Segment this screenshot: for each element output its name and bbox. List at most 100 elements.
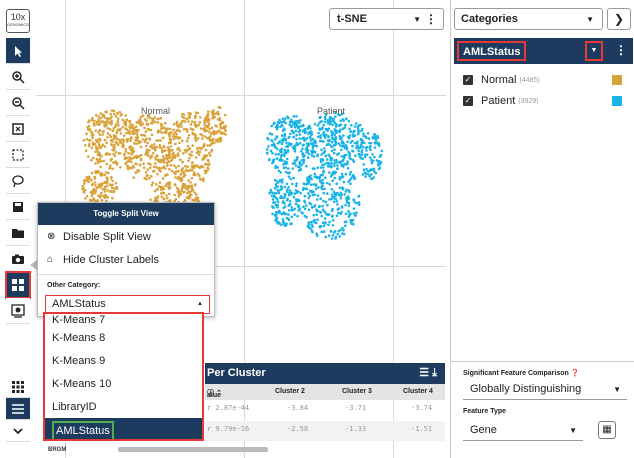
cell-point — [103, 116, 107, 119]
column-header[interactable]: Cluster 3 — [342, 388, 372, 395]
cell-point — [184, 127, 187, 131]
projection-select[interactable]: t-SNE ▼ ⋮ — [329, 8, 444, 30]
split-view-icon[interactable] — [5, 271, 31, 299]
cell-point — [303, 214, 307, 218]
hide-cluster-labels-button[interactable]: ⌂ Hide Cluster Labels — [38, 248, 214, 271]
lasso-icon[interactable] — [6, 168, 30, 194]
zoom-out-icon[interactable] — [6, 90, 30, 116]
cluster-label-patient: Patient — [317, 106, 346, 116]
color-swatch[interactable] — [612, 96, 622, 106]
column-header[interactable]: alue ⓘ ⌃ — [207, 388, 222, 399]
cell-point — [367, 173, 370, 176]
table-row[interactable]: r 9.79e-16 -2.58 -1.33 -1.51 — [205, 421, 445, 441]
cell-point — [119, 132, 123, 135]
next-button[interactable]: ❯ — [607, 8, 631, 30]
cell-point — [311, 137, 314, 141]
rect-select-icon[interactable] — [6, 142, 30, 168]
cell-point — [223, 113, 227, 117]
cell-point — [180, 176, 183, 180]
cell-point — [271, 212, 274, 216]
cell-point — [280, 134, 284, 137]
folder-icon[interactable] — [6, 220, 30, 246]
cell-point — [101, 188, 105, 191]
grid-icon[interactable] — [6, 376, 30, 398]
cell-point — [297, 130, 301, 134]
cell-point — [293, 159, 297, 162]
cell-point — [151, 169, 155, 173]
cell-point — [167, 141, 171, 145]
column-header[interactable]: Cluster 2 — [275, 388, 305, 395]
cell-point — [280, 147, 284, 151]
cell-point — [295, 191, 298, 195]
fit-to-screen-icon[interactable] — [6, 116, 30, 142]
cell-point — [201, 158, 204, 161]
cell-point — [316, 166, 320, 169]
cell-point — [132, 142, 136, 145]
list-icon[interactable] — [6, 398, 30, 420]
cell-point — [292, 122, 295, 126]
cell-point — [103, 190, 107, 193]
column-header[interactable]: Cluster 4 — [403, 388, 433, 395]
cell-point — [160, 131, 164, 134]
option-kmeans-8[interactable]: K-Means 8 — [45, 326, 202, 349]
cell-point — [123, 157, 127, 161]
feature-type-select[interactable]: Gene ▼ — [463, 419, 583, 441]
cell-point — [85, 176, 88, 179]
cell-point — [160, 125, 163, 128]
cell-point — [204, 162, 207, 166]
option-kmeans-7[interactable]: K-Means 7 — [45, 314, 202, 326]
cell-point — [178, 141, 181, 145]
sig-feature-select[interactable]: Globally Distinguishing ▼ — [463, 378, 627, 400]
kebab-menu-icon[interactable]: ⋮ — [615, 43, 627, 57]
mode-select[interactable]: Categories ▼ — [454, 8, 603, 30]
table-row[interactable]: r 2.87e-44 -3.84 -3.71 -3.74 — [205, 400, 445, 420]
zoom-in-icon[interactable] — [6, 64, 30, 90]
cell-point — [336, 203, 339, 206]
chevron-down-icon[interactable] — [6, 420, 30, 442]
cell-point — [168, 168, 171, 171]
category-item-normal[interactable]: ✓ Normal (4485) — [463, 72, 628, 88]
checkbox-checked-icon[interactable]: ✓ — [463, 75, 473, 85]
pointer-icon[interactable] — [6, 38, 30, 64]
cell-point — [309, 226, 312, 230]
cell-point — [88, 177, 91, 180]
cell-point — [174, 166, 178, 169]
cell-point — [186, 136, 190, 140]
cell-point — [161, 150, 164, 154]
cell-point — [137, 169, 141, 173]
option-kmeans-10[interactable]: K-Means 10 — [45, 372, 202, 395]
cell-point — [110, 109, 114, 112]
option-kmeans-9[interactable]: K-Means 9 — [45, 349, 202, 372]
cell-point — [362, 163, 366, 166]
category-item-patient[interactable]: ✓ Patient (3929) — [463, 93, 628, 109]
kebab-menu-icon[interactable]: ⋮ — [425, 12, 437, 26]
cell-point — [104, 122, 108, 125]
screenshot-icon[interactable] — [6, 298, 30, 324]
cell-point — [324, 200, 328, 204]
cell-point — [97, 170, 100, 173]
cell-point — [181, 119, 184, 123]
cell-point — [119, 114, 122, 117]
cell-point — [189, 193, 192, 197]
camera-icon[interactable] — [6, 246, 30, 272]
disable-split-view-button[interactable]: ⊗ Disable Split View — [38, 225, 214, 248]
cell-point — [340, 193, 344, 197]
cell-point — [175, 186, 179, 190]
cell-point — [321, 181, 325, 185]
category-name[interactable]: AMLStatus — [457, 41, 527, 61]
calculator-icon[interactable]: ▦ — [598, 421, 616, 439]
color-swatch[interactable] — [612, 75, 622, 85]
filter-and-download-icons[interactable]: ☰ ⤓ — [419, 366, 437, 380]
category-dropdown-icon[interactable]: ▼ — [585, 41, 603, 61]
cell-point — [286, 171, 290, 175]
cell-point — [99, 112, 102, 115]
save-icon[interactable] — [6, 194, 30, 220]
checkbox-checked-icon[interactable]: ✓ — [463, 96, 473, 106]
option-amlstatus[interactable]: AMLStatus — [45, 418, 202, 439]
cell-point — [327, 234, 331, 237]
cluster-label-normal: Normal — [141, 106, 171, 116]
loupe-browser-window: Normal Patient 10x GENOMICS t-SNE ▼ ⋮ Cat… — [0, 0, 634, 458]
horizontal-scrollbar[interactable] — [118, 447, 268, 452]
option-libraryid[interactable]: LibraryID — [45, 395, 202, 418]
cell-point — [178, 123, 181, 126]
